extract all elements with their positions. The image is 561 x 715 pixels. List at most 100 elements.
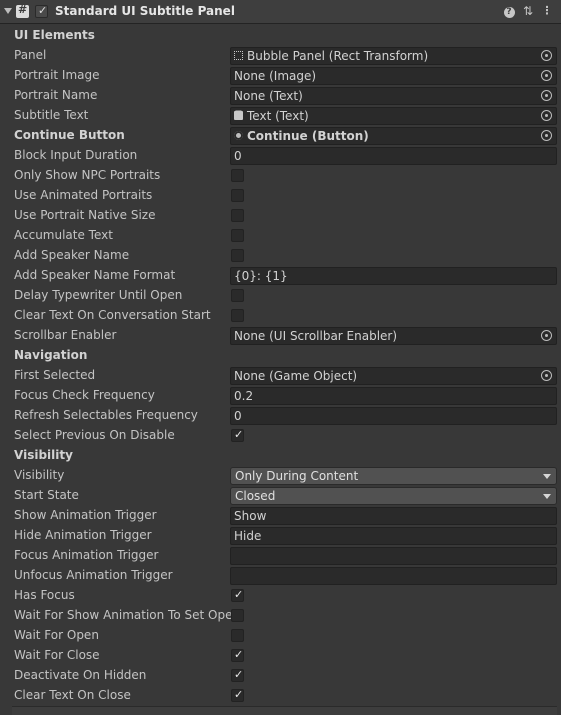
field-label: Clear Text On Conversation Start — [14, 308, 211, 322]
panel-object-field[interactable]: Bubble Panel (Rect Transform) — [230, 47, 557, 65]
wait-for-show-animation-to-set-open-checkbox[interactable] — [231, 609, 244, 622]
select-previous-on-disable-checkbox[interactable]: ✓ — [231, 428, 244, 442]
deactivate-on-hidden-checkbox[interactable]: ✓ — [231, 668, 244, 682]
object-picker-icon[interactable] — [541, 110, 552, 121]
row-start-state: Start State Closed — [0, 486, 561, 506]
field-label: Portrait Image — [14, 68, 100, 82]
field-label: Clear Text On Close — [14, 688, 131, 702]
field-label: Wait For Show Animation To Set Open — [14, 608, 241, 622]
field-label: Refresh Selectables Frequency — [14, 408, 198, 422]
field-value: {0}: {1} — [234, 269, 288, 283]
field-value: None (UI Scrollbar Enabler) — [234, 329, 398, 343]
block-input-duration-input[interactable]: 0 — [230, 147, 557, 165]
chevron-down-icon — [543, 494, 551, 499]
row-add-speaker-name-format: Add Speaker Name Format {0}: {1} — [0, 266, 561, 286]
clear-text-on-conversation-start-checkbox[interactable] — [231, 309, 244, 322]
dropdown-value: Only During Content — [235, 469, 359, 483]
row-unfocus-animation-trigger: Unfocus Animation Trigger — [0, 566, 561, 586]
row-select-previous-on-disable: Select Previous On Disable ✓ — [0, 426, 561, 446]
clear-text-on-close-checkbox[interactable]: ✓ — [231, 688, 244, 702]
add-speaker-name-checkbox[interactable] — [231, 249, 244, 262]
portrait-name-object-field[interactable]: None (Text) — [230, 87, 557, 105]
object-picker-icon[interactable] — [541, 50, 552, 61]
field-label: Portrait Name — [14, 88, 98, 102]
first-selected-object-field[interactable]: None (Game Object) — [230, 367, 557, 385]
component-enabled-checkbox[interactable]: ✓ — [35, 4, 48, 18]
object-picker-icon[interactable] — [541, 90, 552, 101]
field-label: Show Animation Trigger — [14, 508, 157, 522]
row-delay-typewriter-until-open: Delay Typewriter Until Open — [0, 286, 561, 306]
presets-icon[interactable]: ⇅ — [521, 4, 535, 20]
accumulate-text-checkbox[interactable] — [231, 229, 244, 242]
continue-button-object-field[interactable]: Continue (Button) — [230, 127, 557, 145]
row-show-animation-trigger: Show Animation Trigger Show — [0, 506, 561, 526]
check-icon: ✓ — [234, 648, 244, 661]
check-icon: ✓ — [234, 668, 244, 681]
scrollbar-enabler-object-field[interactable]: None (UI Scrollbar Enabler) — [230, 327, 557, 345]
check-icon: ✓ — [234, 588, 244, 601]
row-clear-text-on-conversation-start: Clear Text On Conversation Start — [0, 306, 561, 326]
has-focus-checkbox[interactable]: ✓ — [231, 588, 244, 602]
field-label: Delay Typewriter Until Open — [14, 288, 183, 302]
add-speaker-name-format-input[interactable]: {0}: {1} — [230, 267, 557, 285]
row-visibility: Visibility Only During Content — [0, 466, 561, 486]
delay-typewriter-until-open-checkbox[interactable] — [231, 289, 244, 302]
foldout-arrow-icon[interactable] — [4, 8, 12, 14]
only-show-npc-portraits-checkbox[interactable] — [231, 169, 244, 182]
start-state-dropdown[interactable]: Closed — [230, 487, 557, 505]
use-animated-portraits-checkbox[interactable] — [231, 189, 244, 202]
row-deactivate-on-hidden: Deactivate On Hidden ✓ — [0, 666, 561, 686]
object-picker-icon[interactable] — [541, 130, 552, 141]
row-use-portrait-native-size: Use Portrait Native Size — [0, 206, 561, 226]
wait-for-close-checkbox[interactable]: ✓ — [231, 648, 244, 662]
focus-check-frequency-input[interactable]: 0.2 — [230, 387, 557, 405]
row-focus-animation-trigger: Focus Animation Trigger — [0, 546, 561, 566]
field-label: Has Focus — [14, 588, 75, 602]
section-title: Visibility — [14, 448, 73, 462]
subtitle-text-object-field[interactable]: T Text (Text) — [230, 107, 557, 125]
more-options-icon[interactable]: ⋮ — [540, 4, 554, 20]
help-button[interactable]: ? — [502, 4, 516, 20]
refresh-selectables-frequency-input[interactable]: 0 — [230, 407, 557, 425]
field-value: Hide — [234, 529, 262, 543]
field-label: Deactivate On Hidden — [14, 668, 147, 682]
field-value: 0.2 — [234, 389, 254, 403]
section-visibility: Visibility — [0, 446, 561, 466]
row-use-animated-portraits: Use Animated Portraits — [0, 186, 561, 206]
use-portrait-native-size-checkbox[interactable] — [231, 209, 244, 222]
section-title: UI Elements — [14, 28, 95, 42]
portrait-image-object-field[interactable]: None (Image) — [230, 67, 557, 85]
script-icon — [16, 3, 29, 18]
row-wait-for-open: Wait For Open — [0, 626, 561, 646]
field-label: Hide Animation Trigger — [14, 528, 152, 542]
focus-animation-trigger-input[interactable] — [230, 547, 557, 565]
visibility-dropdown[interactable]: Only During Content — [230, 467, 557, 485]
button-component-icon — [234, 131, 243, 140]
field-label: Only Show NPC Portraits — [14, 168, 161, 182]
row-portrait-name: Portrait Name None (Text) — [0, 86, 561, 106]
row-only-show-npc-portraits: Only Show NPC Portraits — [0, 166, 561, 186]
field-label: Unfocus Animation Trigger — [14, 568, 173, 582]
check-icon: ✓ — [234, 428, 244, 441]
row-accumulate-text: Accumulate Text — [0, 226, 561, 246]
unfocus-animation-trigger-input[interactable] — [230, 567, 557, 585]
field-value: 0 — [234, 409, 242, 423]
field-label: Use Animated Portraits — [14, 188, 153, 202]
field-label: Start State — [14, 488, 79, 502]
hide-animation-trigger-input[interactable]: Hide — [230, 527, 557, 545]
row-scrollbar-enabler: Scrollbar Enabler None (UI Scrollbar Ena… — [0, 326, 561, 346]
object-picker-icon[interactable] — [541, 330, 552, 341]
row-wait-for-close: Wait For Close ✓ — [0, 646, 561, 666]
row-continue-button: Continue Button Continue (Button) — [0, 126, 561, 146]
field-label: Subtitle Text — [14, 108, 89, 122]
row-add-speaker-name: Add Speaker Name — [0, 246, 561, 266]
object-picker-icon[interactable] — [541, 70, 552, 81]
field-value: None (Text) — [234, 89, 303, 103]
wait-for-open-checkbox[interactable] — [231, 629, 244, 642]
rect-transform-icon — [234, 51, 243, 60]
show-animation-trigger-input[interactable]: Show — [230, 507, 557, 525]
object-picker-icon[interactable] — [541, 370, 552, 381]
field-label: Accumulate Text — [14, 228, 113, 242]
field-label: Focus Animation Trigger — [14, 548, 159, 562]
field-label: Scrollbar Enabler — [14, 328, 117, 342]
